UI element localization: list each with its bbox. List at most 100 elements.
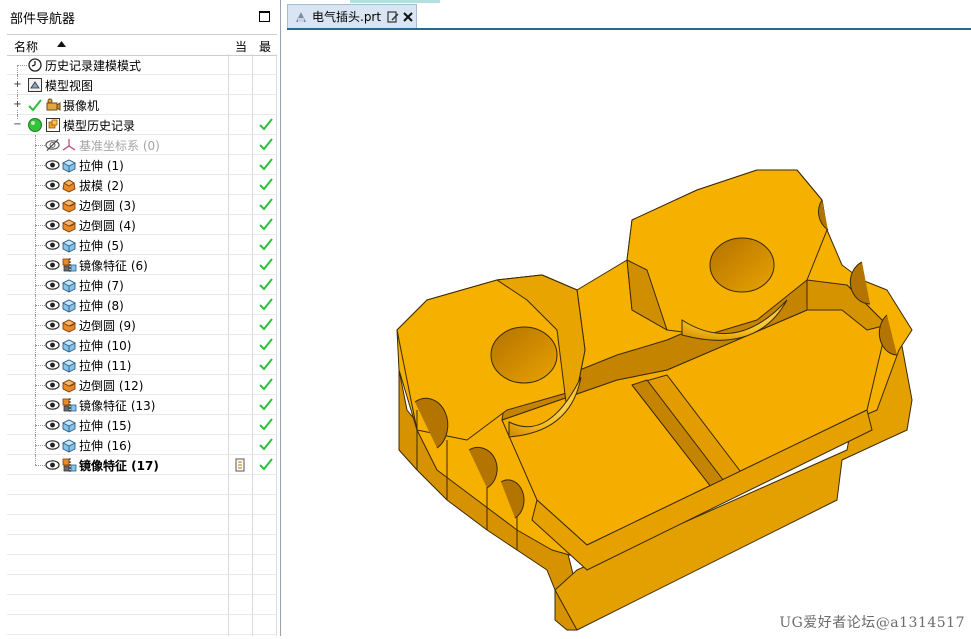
tree-node-content: 拉伸 (11) <box>45 355 131 375</box>
tree-connector <box>35 265 45 266</box>
tree-node-label: 镜像特征 (6) <box>79 258 148 273</box>
tree-node[interactable]: 边倒圆 (12) <box>7 375 277 395</box>
column-header-name[interactable]: 名称 <box>14 38 38 55</box>
eye-icon[interactable] <box>45 217 60 233</box>
tree-node[interactable]: 边倒圆 (9) <box>7 315 277 335</box>
eye-icon[interactable] <box>45 417 60 433</box>
tree-node[interactable]: + 模型视图 <box>7 75 277 95</box>
up-to-date-check-icon <box>259 378 273 391</box>
edge-blend-icon <box>61 319 77 333</box>
document-tab[interactable]: 电气插头.prt <box>287 4 417 28</box>
model-history-icon <box>46 118 60 132</box>
expand-icon[interactable]: + <box>13 100 22 110</box>
tree-node[interactable]: 拉伸 (5) <box>7 235 277 255</box>
close-tab-icon[interactable] <box>403 11 413 22</box>
tree-connector <box>35 285 45 286</box>
column-header-latest[interactable]: 最 <box>259 38 271 55</box>
part-model-render[interactable] <box>287 30 971 636</box>
eye-icon[interactable] <box>45 457 60 473</box>
eye-icon[interactable] <box>45 357 60 373</box>
eye-icon[interactable] <box>45 257 60 273</box>
eye-icon[interactable] <box>45 277 60 293</box>
tree-node[interactable]: 基准坐标系 (0) <box>7 135 277 155</box>
up-to-date-check-icon <box>259 218 273 231</box>
tree-node[interactable]: 边倒圆 (3) <box>7 195 277 215</box>
tree-node[interactable]: 拉伸 (15) <box>7 415 277 435</box>
eye-hidden-icon[interactable] <box>45 137 60 153</box>
tree-connector <box>35 385 45 386</box>
up-to-date-check-icon <box>259 458 273 471</box>
tree-node-content: 边倒圆 (4) <box>45 215 136 235</box>
tree-node[interactable]: 拉伸 (11) <box>7 355 277 375</box>
model-viewport[interactable]: UG爱好者论坛@a1314517 <box>287 30 971 636</box>
eye-icon[interactable] <box>45 157 60 173</box>
eye-icon[interactable] <box>45 397 60 413</box>
tree-node[interactable]: 镜像特征 (13) <box>7 395 277 415</box>
tree-node-content: 拉伸 (5) <box>45 235 124 255</box>
sort-ascending-icon[interactable] <box>57 41 66 47</box>
tree-node-label: 历史记录建模模式 <box>45 58 142 73</box>
tree-node[interactable]: − 模型历史记录 <box>7 115 277 135</box>
up-to-date-check-icon <box>259 358 273 371</box>
extrude-icon <box>61 299 77 313</box>
tree-node-label: 拉伸 (11) <box>79 358 132 373</box>
tree-node-content: 拉伸 (1) <box>45 155 124 175</box>
eye-icon[interactable] <box>45 177 60 193</box>
tree-node[interactable]: 拔模 (2) <box>7 175 277 195</box>
tree-connector <box>35 445 45 446</box>
eye-icon[interactable] <box>45 297 60 313</box>
tree-node[interactable]: 拉伸 (8) <box>7 295 277 315</box>
tree-connector <box>35 365 45 366</box>
panel-title-bar: 部件导航器 <box>0 0 280 34</box>
tree-node[interactable]: 拉伸 (16) <box>7 435 277 455</box>
tree-node[interactable]: 历史记录建模模式 <box>7 55 277 85</box>
tree-connector <box>35 325 45 326</box>
tree-node-content: 基准坐标系 (0) <box>45 135 160 155</box>
tree-node-label: 边倒圆 (4) <box>79 218 136 233</box>
extrude-icon <box>61 359 77 373</box>
eye-icon[interactable] <box>45 197 60 213</box>
up-to-date-check-icon <box>259 298 273 311</box>
tree-node[interactable]: 拉伸 (1) <box>7 155 277 175</box>
tree-node[interactable]: + 摄像机 <box>7 95 277 115</box>
tree-node-content: 模型视图 <box>27 75 93 95</box>
camera-icon <box>46 98 61 111</box>
tree-node-content: 拉伸 (8) <box>45 295 124 315</box>
graphics-area: 电气插头.prt UG爱好者论坛@a1314517 <box>287 0 971 636</box>
collapse-icon[interactable]: − <box>13 120 22 130</box>
maximize-button[interactable] <box>259 11 270 22</box>
empty-row <box>7 615 277 635</box>
tree-node[interactable]: 拉伸 (10) <box>7 335 277 355</box>
tree-connector <box>35 345 45 346</box>
eye-icon[interactable] <box>45 437 60 453</box>
up-to-date-check-icon <box>259 198 273 211</box>
tree-node-content: 镜像特征 (17) <box>45 455 159 475</box>
tree-node-label: 拔模 (2) <box>79 178 124 193</box>
clock-icon <box>28 58 42 72</box>
up-to-date-check-icon <box>259 318 273 331</box>
document-tab-title: 电气插头.prt <box>312 10 382 24</box>
tree-node[interactable]: 拉伸 (7) <box>7 275 277 295</box>
eye-icon[interactable] <box>45 377 60 393</box>
datum-csys-icon <box>62 139 76 151</box>
draft-icon <box>62 179 76 193</box>
tree-node-label: 边倒圆 (12) <box>79 378 144 393</box>
tree-node[interactable]: 镜像特征 (6) <box>7 255 277 275</box>
tree-connector <box>35 205 45 206</box>
up-to-date-check-icon <box>259 238 273 251</box>
eye-icon[interactable] <box>45 317 60 333</box>
eye-icon[interactable] <box>45 337 60 353</box>
expand-icon[interactable]: + <box>13 80 22 90</box>
tree-node[interactable]: 边倒圆 (4) <box>7 215 277 235</box>
up-to-date-check-icon <box>259 178 273 191</box>
up-to-date-check-icon <box>259 338 273 351</box>
mirror-feature-icon <box>62 398 77 412</box>
tree-connector <box>17 65 27 66</box>
mirror-feature-icon <box>62 458 77 472</box>
up-to-date-check-icon <box>259 138 273 151</box>
tree-node[interactable]: 镜像特征 (17) <box>7 455 277 475</box>
model-views-icon <box>28 78 42 92</box>
eye-icon[interactable] <box>45 237 60 253</box>
column-header-current[interactable]: 当 <box>235 38 247 55</box>
tree-node-label: 镜像特征 (17) <box>79 458 159 473</box>
